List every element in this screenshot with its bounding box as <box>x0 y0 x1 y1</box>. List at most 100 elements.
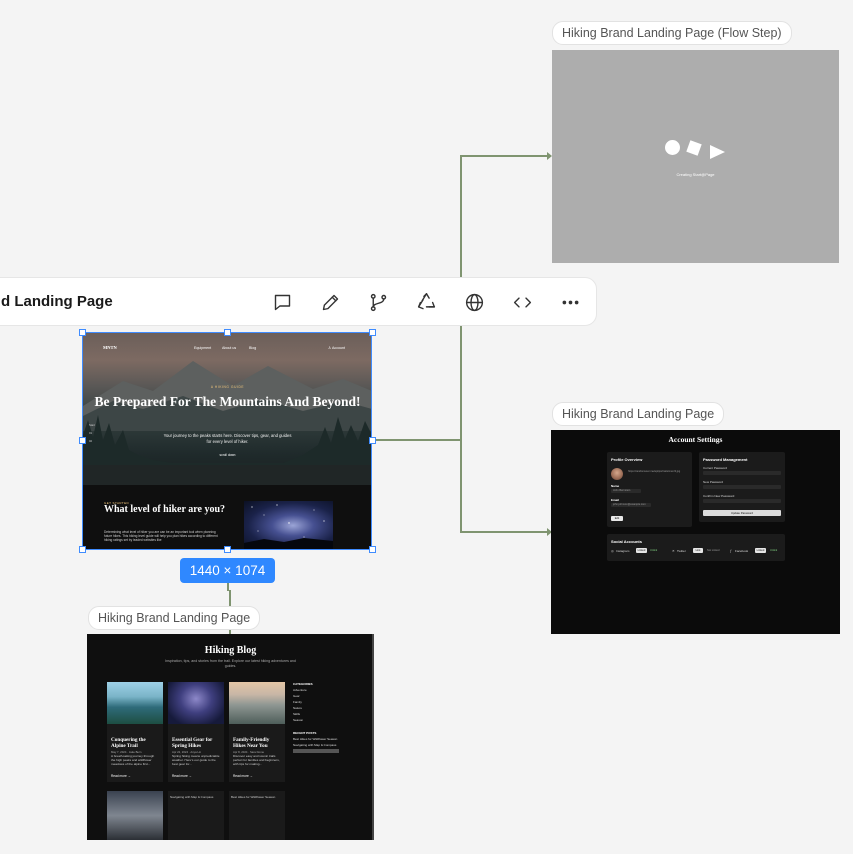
password-heading: Password Management <box>703 457 748 462</box>
email-label: Email <box>611 498 620 502</box>
social-action[interactable]: Unlink <box>770 549 777 552</box>
social-status-badge[interactable]: Linked <box>755 548 766 553</box>
nav-equipment[interactable]: Equipment <box>194 346 211 350</box>
resize-handle-se[interactable] <box>369 546 376 553</box>
section-title: What level of hiker are you? <box>104 504 226 515</box>
instagram-icon: ◎ <box>611 549 614 553</box>
resize-handle-nw[interactable] <box>79 329 86 336</box>
branch-icon[interactable] <box>366 290 390 314</box>
current-password-field[interactable] <box>703 471 781 475</box>
recent-link[interactable]: Best Hikes for Wildflower Season <box>293 737 337 741</box>
name-label: Name <box>611 484 620 488</box>
post-excerpt: Spring hiking means unpredictable weathe… <box>172 754 220 766</box>
connector-line <box>372 439 461 441</box>
globe-icon[interactable] <box>462 290 486 314</box>
category-link[interactable]: Skills <box>293 712 300 716</box>
resize-handle-e[interactable] <box>369 437 376 444</box>
confirm-password-field[interactable] <box>703 499 781 503</box>
category-link[interactable]: Family <box>293 700 302 704</box>
twitter-icon: ✕ <box>672 549 675 553</box>
post-image <box>168 682 224 724</box>
triangle-shape-icon <box>710 145 725 159</box>
blog-post-card[interactable]: Conquering the Alpine Trail May 7, 2024 … <box>107 682 163 782</box>
post-title[interactable]: Essential Gear for Spring Hikes <box>172 737 220 749</box>
blog-post-card[interactable]: Best Hikes for Wildflower Season <box>229 791 285 840</box>
frame-label-account[interactable]: Hiking Brand Landing Page <box>552 402 725 426</box>
frame-label-flow[interactable]: Hiking Brand Landing Page (Flow Step) <box>552 21 792 45</box>
blog-post-card[interactable]: Navigating with Map & Compass <box>168 791 224 840</box>
connector-line <box>460 531 550 533</box>
resize-handle-w[interactable] <box>79 437 86 444</box>
social-name: Facebook <box>735 549 749 553</box>
connector-line <box>460 326 462 533</box>
category-link[interactable]: Nature <box>293 706 302 710</box>
read-more-link[interactable]: Read more → <box>172 774 192 778</box>
code-icon[interactable] <box>510 290 534 314</box>
side-nav-item[interactable]: Start <box>89 421 95 429</box>
social-name: Twitter <box>677 549 686 553</box>
recent-link[interactable]: Navigating with Map & Compass <box>293 743 336 747</box>
resize-handle-n[interactable] <box>224 329 231 336</box>
social-action[interactable]: Not Linked <box>707 549 719 552</box>
resize-handle-ne[interactable] <box>369 329 376 336</box>
scrollbar[interactable] <box>372 634 374 840</box>
more-icon[interactable] <box>558 290 582 314</box>
blog-post-card[interactable] <box>107 791 163 840</box>
broken-image-icon: Best Hikes for Wildflower Season <box>231 795 276 799</box>
post-image <box>107 682 163 724</box>
blog-post-card[interactable]: Essential Gear for Spring Hikes Apr 22, … <box>168 682 224 782</box>
category-link[interactable]: Season <box>293 718 303 722</box>
broken-image-icon: Navigating with Map & Compass <box>170 795 214 799</box>
recycle-icon[interactable] <box>414 290 438 314</box>
post-image <box>229 682 285 724</box>
resize-handle-sw[interactable] <box>79 546 86 553</box>
blog-post-card[interactable]: Family-Friendly Hikes Near You Apr 8, 20… <box>229 682 285 782</box>
post-title[interactable]: Conquering the Alpine Trail <box>111 737 159 749</box>
nav-account[interactable]: ♙ Account <box>328 346 345 350</box>
side-nav-item[interactable]: 01 <box>89 429 95 437</box>
social-status-badge[interactable]: Link <box>693 548 703 553</box>
brand-logo[interactable]: MNTN <box>103 345 117 350</box>
blog-title: Hiking Blog <box>204 645 257 656</box>
landing-page-frame[interactable]: MNTN Equipment About us Blog ♙ Account A… <box>83 333 372 550</box>
hero-section: MNTN Equipment About us Blog ♙ Account A… <box>83 333 372 485</box>
profile-heading: Profile Overview <box>611 457 643 462</box>
read-more-link[interactable]: Read more → <box>111 774 131 778</box>
milky-way-image <box>244 501 333 550</box>
blog-subtitle: Inspiration, tips, and stories from the … <box>165 659 296 668</box>
social-card: Social Accounts ◎ Instagram Linked Unlin… <box>607 534 785 561</box>
social-action[interactable]: Unlink <box>650 549 657 552</box>
facebook-icon: ƒ <box>730 549 732 553</box>
account-settings-frame[interactable]: Account Settings Profile Overview https:… <box>551 430 840 634</box>
social-status-badge[interactable]: Linked <box>636 548 647 553</box>
read-more-link[interactable]: Read more → <box>233 774 253 778</box>
new-password-field[interactable] <box>703 485 781 489</box>
scroll-down-link[interactable]: scroll down <box>83 453 372 457</box>
avatar[interactable] <box>611 468 623 480</box>
category-link[interactable]: Gear <box>293 694 300 698</box>
post-image <box>107 791 163 840</box>
update-password-button[interactable]: Update Password <box>703 510 781 516</box>
pencil-icon[interactable] <box>318 290 342 314</box>
post-excerpt: A breath-taking journey through the high… <box>111 754 155 766</box>
section-text: Determining what level of hiker you are … <box>104 530 218 543</box>
blog-frame[interactable]: Hiking Blog Inspiration, tips, and stori… <box>87 634 374 840</box>
account-title: Account Settings <box>668 435 723 444</box>
frame-label-blog[interactable]: Hiking Brand Landing Page <box>88 606 261 630</box>
nav-about[interactable]: About us <box>222 346 236 350</box>
side-nav-item[interactable]: 02 <box>89 437 95 445</box>
nav-blog[interactable]: Blog <box>249 346 256 350</box>
social-name: Instagram <box>616 549 630 553</box>
category-link[interactable]: Adventure <box>293 688 307 692</box>
edit-button[interactable]: Edit <box>611 516 623 521</box>
social-heading: Social Accounts <box>611 539 642 544</box>
forest-illustration <box>83 415 372 485</box>
flow-step-frame[interactable]: Creating Start@Page <box>552 50 839 263</box>
comment-icon[interactable] <box>270 290 294 314</box>
resize-handle-s[interactable] <box>224 546 231 553</box>
new-password-label: New Password <box>703 480 724 484</box>
loading-text: Creating Start@Page <box>676 172 715 177</box>
toolbar-title: d Landing Page <box>1 293 113 310</box>
post-title[interactable]: Family-Friendly Hikes Near You <box>233 737 281 749</box>
current-password-label: Current Password <box>703 466 728 470</box>
